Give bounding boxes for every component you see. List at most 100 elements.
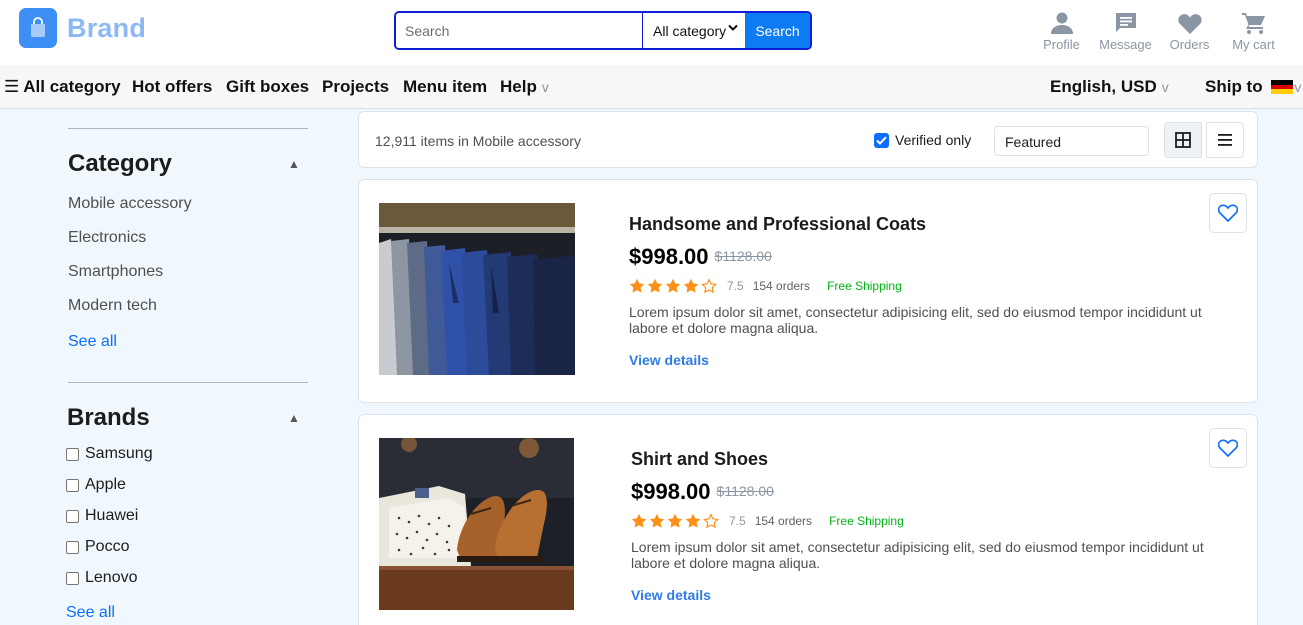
view-details-link[interactable]: View details: [629, 352, 709, 368]
list-icon: [1218, 134, 1232, 146]
message-label: Message: [1099, 37, 1152, 52]
collapse-caret-icon[interactable]: ▲: [288, 157, 300, 171]
star-filled-icon: [629, 278, 645, 293]
category-link[interactable]: Smartphones: [68, 263, 163, 281]
ship-to-label: Ship to: [1205, 77, 1263, 96]
shirt-shoes-photo-icon: [379, 438, 574, 610]
favorite-button[interactable]: [1209, 428, 1247, 468]
search-category-value: All category: [653, 22, 727, 39]
nav-item-projects[interactable]: Projects: [322, 77, 389, 97]
nav-help-label: Help: [500, 77, 537, 96]
category-link[interactable]: Modern tech: [68, 297, 157, 315]
shipping-badge: Free Shipping: [829, 514, 904, 528]
verified-checkbox[interactable]: [874, 132, 889, 148]
checkmark-icon: [876, 136, 887, 145]
cart-label: My cart: [1232, 37, 1275, 52]
person-icon: [1030, 8, 1093, 34]
star-filled-icon: [667, 513, 683, 528]
search-category-select[interactable]: All category: [643, 13, 745, 48]
nav-item-gift-boxes[interactable]: Gift boxes: [226, 77, 309, 97]
star-filled-icon: [683, 278, 699, 293]
star-filled-icon: [649, 513, 665, 528]
brands-see-all-link[interactable]: See all: [66, 604, 115, 622]
verified-only-toggle[interactable]: Verified only: [874, 132, 971, 148]
product-price: $998.00 $1128.00: [631, 479, 774, 505]
message-action[interactable]: Message: [1094, 8, 1157, 52]
brand-label: Samsung: [85, 445, 153, 462]
category-see-all-link[interactable]: See all: [68, 333, 117, 351]
category-link[interactable]: Electronics: [68, 229, 146, 247]
chevron-down-icon: v: [541, 79, 549, 95]
product-title[interactable]: Handsome and Professional Coats: [629, 214, 926, 235]
star-rating: [631, 513, 721, 529]
product-card[interactable]: Shirt and Shoes $998.00 $1128.00 7.5 154 …: [358, 414, 1258, 625]
germany-flag-icon: [1271, 80, 1294, 94]
search-input[interactable]: [396, 13, 643, 48]
star-filled-icon: [631, 513, 647, 528]
heart-icon: [1158, 8, 1221, 34]
collapse-caret-icon[interactable]: ▲: [288, 411, 300, 425]
brand-label: Lenovo: [85, 569, 138, 586]
menu-icon: ☰: [4, 77, 20, 96]
cart-action[interactable]: My cart: [1222, 8, 1285, 52]
heart-outline-icon: [1218, 204, 1238, 222]
product-meta: 7.5 154 orders Free Shipping: [631, 513, 904, 529]
old-price: $1128.00: [714, 248, 772, 264]
nav-all-category-label: All category: [23, 77, 121, 96]
verified-label: Verified only: [895, 132, 972, 148]
chevron-down-icon: v: [1294, 79, 1302, 95]
product-meta: 7.5 154 orders Free Shipping: [629, 278, 902, 294]
ship-to-selector[interactable]: Ship to v: [1205, 77, 1301, 97]
brand-label: Pocco: [85, 538, 130, 555]
brand-checkbox[interactable]: [66, 478, 79, 492]
current-price: $998.00: [629, 244, 709, 269]
search-button[interactable]: Search: [745, 13, 810, 48]
brand-checkbox[interactable]: [66, 509, 79, 523]
view-details-link[interactable]: View details: [631, 587, 711, 603]
grid-view-button[interactable]: [1164, 122, 1202, 158]
brand-label: Apple: [85, 476, 126, 493]
heart-outline-icon: [1218, 439, 1238, 457]
brand-name: Brand: [67, 12, 147, 43]
brand-label: Huawei: [85, 507, 139, 524]
nav-all-category[interactable]: ☰ All category: [4, 77, 121, 97]
brand-checkbox[interactable]: [66, 571, 79, 585]
divider: [68, 382, 308, 383]
rating-value: 7.5: [727, 279, 744, 293]
brand-filter-row[interactable]: Apple: [66, 476, 126, 494]
category-section-title[interactable]: Category: [68, 150, 172, 178]
favorite-button[interactable]: [1209, 193, 1247, 233]
brand-filter-row[interactable]: Samsung: [66, 445, 153, 463]
nav-item-hot-offers[interactable]: Hot offers: [132, 77, 212, 97]
brand-filter-row[interactable]: Pocco: [66, 538, 129, 556]
brand-checkbox[interactable]: [66, 540, 79, 554]
list-view-button[interactable]: [1206, 122, 1244, 158]
profile-action[interactable]: Profile: [1030, 8, 1093, 52]
orders-action[interactable]: Orders: [1158, 8, 1221, 52]
brand-logo[interactable]: Brand: [19, 8, 146, 48]
current-price: $998.00: [631, 479, 711, 504]
product-image[interactable]: [379, 203, 575, 375]
star-filled-icon: [685, 513, 701, 528]
shopping-bag-icon: [19, 8, 57, 48]
brand-filter-row[interactable]: Lenovo: [66, 569, 138, 587]
grid-icon: [1175, 132, 1191, 148]
brand-filter-row[interactable]: Huawei: [66, 507, 138, 525]
brands-section-title[interactable]: Brands: [67, 404, 150, 432]
orders-count: 154 orders: [754, 514, 813, 528]
category-link[interactable]: Mobile accessory: [68, 195, 192, 213]
profile-label: Profile: [1043, 37, 1080, 52]
orders-label: Orders: [1169, 37, 1210, 52]
sort-select[interactable]: Featured: [994, 126, 1149, 156]
product-image[interactable]: [379, 438, 574, 610]
nav-item-help[interactable]: Help v: [500, 77, 549, 97]
product-title[interactable]: Shirt and Shoes: [631, 449, 768, 470]
language-currency-selector[interactable]: English, USD v: [1050, 77, 1169, 97]
product-card[interactable]: Handsome and Professional Coats $998.00 $…: [358, 179, 1258, 403]
message-icon: [1094, 8, 1157, 34]
star-filled-icon: [665, 278, 681, 293]
chevron-down-icon: v: [1161, 79, 1169, 95]
brand-checkbox[interactable]: [66, 447, 79, 461]
star-filled-icon: [647, 278, 663, 293]
nav-item-menu-item[interactable]: Menu item: [403, 77, 487, 97]
